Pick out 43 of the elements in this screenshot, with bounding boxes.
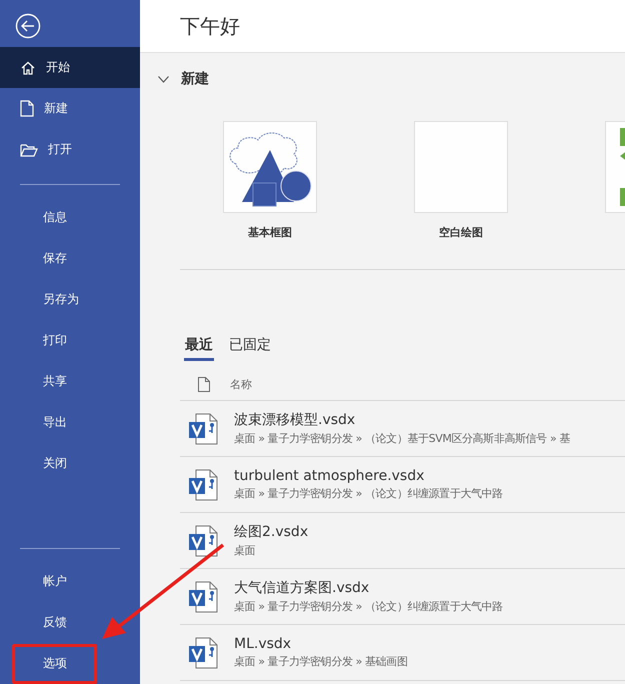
file-name[interactable]: turbulent atmosphere.vsdx (234, 468, 503, 484)
visio-file-icon (188, 580, 218, 612)
tab[interactable]: 已固定 (228, 336, 272, 361)
sidebar-item[interactable]: 另存为 (0, 279, 140, 320)
highlight-frame: 选项 (12, 644, 97, 684)
file-name[interactable]: 绘图2.vsdx (234, 523, 308, 541)
document-icon (198, 377, 210, 392)
file-name[interactable]: 波束漂移模型.vsdx (234, 411, 570, 429)
sidebar-item[interactable]: 反馈 (0, 602, 140, 643)
sidebar-item[interactable]: 保存 (0, 238, 140, 279)
sidebar-item[interactable]: 新建 (0, 88, 140, 129)
file-name[interactable]: 大气信道方案图.vsdx (234, 579, 503, 597)
file-path: 桌面 » 量子力学密钥分发 » （论文）基于SVM区分高斯非高斯信号 » 基 (234, 431, 570, 446)
template-label: 空白绘图 (439, 225, 483, 240)
file-path: 桌面 » 量子力学密钥分发 » （论文）纠缠源置于大气中路 (234, 599, 503, 614)
back-button[interactable] (15, 13, 41, 39)
sidebar-item[interactable]: 打开 (0, 129, 140, 170)
visio-file-icon (188, 524, 218, 556)
home-icon (20, 60, 36, 76)
column-header: 名称 (230, 377, 252, 392)
file-path: 桌面 » 量子力学密钥分发 » （论文）纠缠源置于大气中路 (234, 486, 503, 501)
template-label: 基本框图 (248, 225, 292, 240)
page-icon (20, 100, 34, 117)
sidebar-item[interactable]: 导出 (0, 402, 140, 443)
section-title: 新建 (181, 70, 209, 88)
visio-file-icon (188, 636, 218, 668)
template-thumbnail[interactable] (414, 121, 508, 213)
folder-icon (20, 142, 38, 156)
chevron-icon[interactable] (158, 76, 169, 82)
sidebar-item[interactable]: 关闭 (0, 443, 140, 484)
file-name[interactable]: ML.vsdx (234, 636, 408, 652)
visio-file-icon (188, 468, 218, 500)
visio-file-icon (188, 412, 218, 444)
sidebar-item[interactable]: 共享 (0, 361, 140, 402)
file-path: 桌面 (234, 543, 256, 558)
sidebar-item[interactable]: 信息 (0, 197, 140, 238)
sidebar-item[interactable]: 打印 (0, 320, 140, 361)
tab[interactable]: 最近 (184, 336, 214, 361)
greeting-title: 下午好 (180, 12, 240, 40)
file-path: 桌面 » 量子力学密钥分发 » 基础画图 (234, 654, 408, 669)
sidebar-item[interactable]: 开始 (0, 47, 140, 88)
sidebar-item[interactable]: 帐户 (0, 561, 140, 602)
sidebar-item[interactable]: 选项 (0, 643, 140, 684)
